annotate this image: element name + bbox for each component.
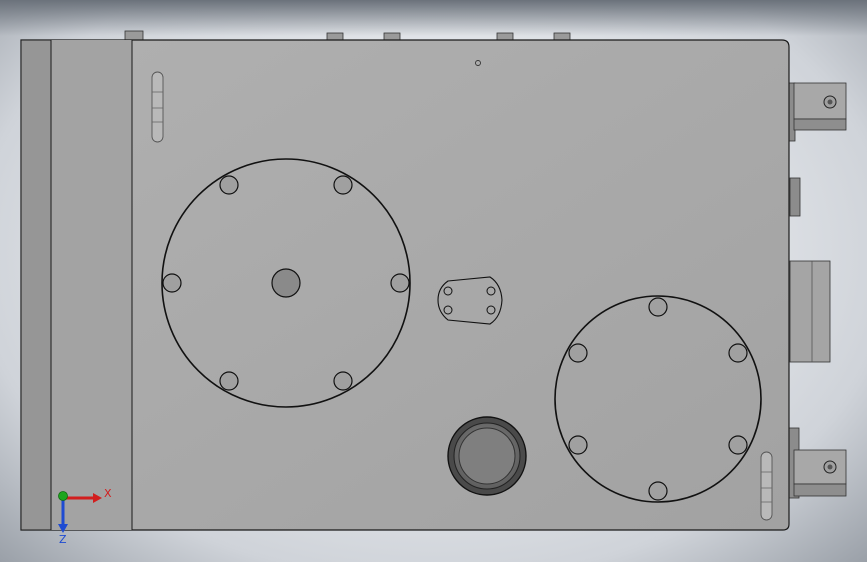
graphics-viewport[interactable]: X Z [0,0,867,562]
slot-top-left [151,71,164,143]
right-brackets [788,82,847,499]
drain-plug[interactable] [447,416,527,496]
triad-z-label: Z [59,533,67,546]
model-view[interactable]: X Z [0,0,867,562]
top-bolts [124,30,571,41]
slot-bottom-right [760,451,773,521]
triad-x-label: X [104,487,112,500]
